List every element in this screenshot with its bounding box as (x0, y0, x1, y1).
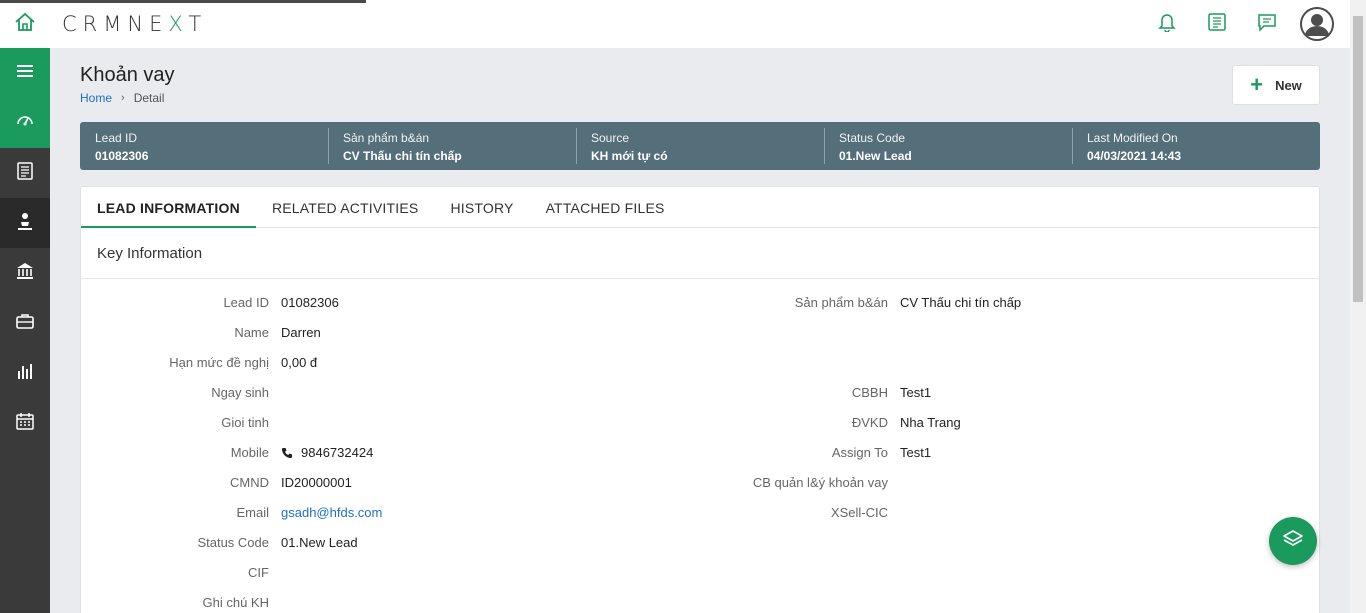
summary-label: Lead ID (95, 131, 138, 145)
email-link[interactable]: gsadh@hfds.com (281, 505, 382, 520)
summary-last-modified: Last Modified On 04/03/2021 14:43 (1072, 122, 1320, 170)
sidebar-menu-toggle[interactable] (0, 48, 50, 98)
tab-attached-files[interactable]: ATTACHED FILES (530, 187, 681, 228)
phone-icon (281, 447, 293, 459)
field-label: Mobile (230, 445, 269, 460)
field-label: Status Code (197, 535, 269, 550)
field-label: CB quản l&ý khoản vay (752, 475, 888, 490)
sidebar-item-portfolio[interactable] (0, 298, 50, 348)
sidebar (0, 48, 50, 613)
summary-bar: Lead ID 01082306 Sản phẩm b&án CV Thấu c… (80, 122, 1320, 170)
summary-label: Status Code (839, 131, 906, 145)
chat-icon (1257, 12, 1277, 37)
app-logo[interactable]: CRMNEXT (62, 12, 207, 36)
home-button[interactable] (0, 0, 50, 48)
breadcrumb: Home › Detail (80, 91, 164, 105)
field-label: Email (236, 505, 269, 520)
tab-lead-information[interactable]: LEAD INFORMATION (81, 187, 256, 228)
sidebar-item-documents[interactable] (0, 148, 50, 198)
calendar-icon (15, 411, 35, 436)
field-value: 0,00 đ (281, 355, 318, 370)
messages-button[interactable] (1242, 6, 1292, 42)
field-value: Test1 (900, 445, 932, 460)
tab-bar: LEAD INFORMATION RELATED ACTIVITIES HIST… (81, 187, 1319, 228)
field-label: CBBH (851, 385, 888, 400)
loading-progress-bar (0, 0, 366, 3)
summary-label: Sản phẩm b&án (343, 131, 430, 145)
field-label: Lead ID (223, 295, 269, 310)
person-icon (15, 211, 35, 236)
summary-label: Source (591, 131, 630, 145)
email-value: gsadh@hfds.com (281, 505, 382, 520)
chevron-right-icon: › (121, 92, 125, 104)
field-value: Darren (281, 325, 321, 340)
sidebar-item-leads[interactable] (0, 198, 50, 248)
top-bar: CRMNEXT (0, 0, 1350, 48)
notifications-button[interactable] (1142, 6, 1192, 42)
page-scrollbar[interactable] (1350, 0, 1366, 613)
detail-card: LEAD INFORMATION RELATED ACTIVITIES HIST… (80, 186, 1320, 613)
summary-lead-id: Lead ID 01082306 (80, 122, 328, 170)
field-value: CV Thấu chi tín chấp (900, 295, 1022, 310)
summary-value: 04/03/2021 14:43 (1087, 149, 1182, 163)
notes-button[interactable] (1192, 6, 1242, 42)
summary-label: Last Modified On (1087, 131, 1178, 145)
top-actions (1142, 6, 1334, 42)
scrollbar-thumb[interactable] (1353, 16, 1363, 302)
field-value: 9846732424 (301, 445, 374, 460)
breadcrumb-current: Detail (133, 91, 165, 105)
field-label: Ngay sinh (211, 385, 269, 400)
plus-icon: + (1250, 72, 1264, 97)
summary-status: Status Code 01.New Lead (824, 122, 1072, 170)
section-title: Key Information (81, 228, 1319, 279)
breadcrumb-home-link[interactable]: Home (80, 91, 112, 105)
field-label: Hạn mức đề nghị (169, 355, 269, 370)
field-value: Test1 (900, 385, 932, 400)
tab-history[interactable]: HISTORY (434, 187, 529, 228)
layers-fab-button[interactable] (1269, 517, 1317, 565)
menu-icon (16, 64, 34, 83)
field-label: Ghi chú KH (202, 595, 269, 610)
new-button-label: New (1275, 77, 1302, 93)
field-label: XSell-CIC (830, 505, 888, 520)
user-avatar[interactable] (1300, 7, 1334, 41)
document-icon (16, 161, 34, 186)
summary-product: Sản phẩm b&án CV Thấu chi tín chấp (328, 122, 576, 170)
page-title: Khoản vay (80, 64, 175, 86)
field-label: CMND (230, 475, 269, 490)
summary-source: Source KH mới tự có (576, 122, 824, 170)
summary-value: 01082306 (95, 149, 149, 163)
sidebar-item-calendar[interactable] (0, 398, 50, 448)
field-value: ID20000001 (281, 475, 352, 490)
field-label: Assign To (831, 445, 888, 460)
field-value: 01.New Lead (281, 535, 358, 550)
field-label: Sản phẩm b&án (794, 295, 888, 310)
notes-icon (1207, 12, 1227, 37)
field-label: ĐVKD (851, 415, 888, 430)
summary-value: KH mới tự có (591, 149, 668, 163)
bank-icon (15, 261, 35, 286)
sidebar-item-reports[interactable] (0, 348, 50, 398)
field-label: Gioi tinh (221, 415, 269, 430)
field-value: 01082306 (281, 295, 339, 310)
report-icon (16, 361, 34, 386)
briefcase-icon (15, 312, 35, 335)
bell-icon (1158, 12, 1176, 37)
field-label: Name (234, 325, 269, 340)
sidebar-item-bank[interactable] (0, 248, 50, 298)
field-label: CIF (248, 565, 269, 580)
home-icon (14, 12, 36, 37)
field-value: Nha Trang (900, 415, 961, 430)
sidebar-item-dashboard[interactable] (0, 98, 50, 148)
tab-related-activities[interactable]: RELATED ACTIVITIES (256, 187, 435, 228)
summary-value: 01.New Lead (839, 149, 912, 163)
mobile-value[interactable]: 9846732424 (281, 445, 373, 460)
new-button[interactable]: + New (1232, 65, 1320, 105)
summary-value: CV Thấu chi tín chấp (343, 149, 462, 163)
dashboard-icon (15, 111, 35, 136)
layers-icon (1282, 528, 1304, 555)
